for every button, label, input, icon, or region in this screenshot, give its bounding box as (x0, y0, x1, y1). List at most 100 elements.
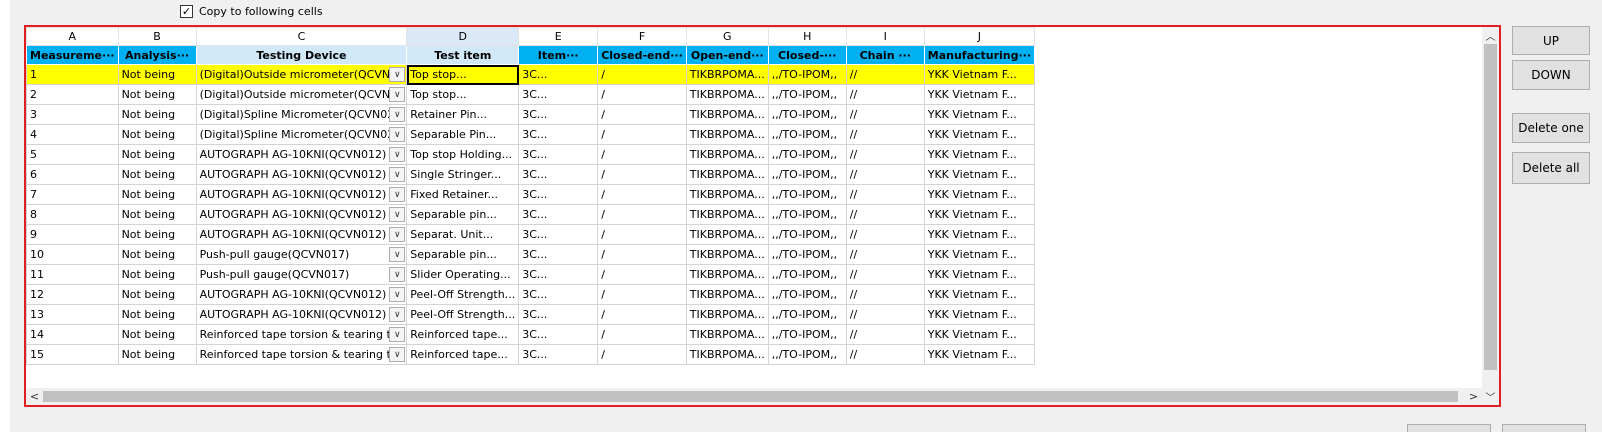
chevron-down-icon[interactable]: ∨ (389, 327, 406, 342)
table-cell-j[interactable]: YKK Vietnam F... (923, 264, 1036, 285)
table-cell-b[interactable]: Not being (117, 284, 197, 305)
delete-one-button[interactable]: Delete one (1512, 113, 1590, 143)
table-cell-a[interactable]: 12 (26, 284, 119, 305)
table-cell-j[interactable]: YKK Vietnam F... (923, 284, 1036, 305)
table-cell-i[interactable]: // (845, 264, 925, 285)
table-cell-e[interactable]: 3C... (518, 224, 599, 245)
table-cell-c[interactable]: (Digital)Spline Micrometer(QCVN02(∨ (195, 124, 408, 145)
table-cell-a[interactable]: 6 (26, 164, 119, 185)
table-cell-b[interactable]: Not being (117, 84, 197, 105)
table-cell-e[interactable]: 3C... (518, 164, 599, 185)
table-cell-i[interactable]: // (845, 204, 925, 225)
column-header-g[interactable]: Open-end··· (685, 45, 769, 65)
table-cell-c[interactable]: AUTOGRAPH AG-10KNI(QCVN012) ∨ (195, 204, 408, 225)
table-cell-g[interactable]: TIKBRPOMA... (685, 164, 769, 185)
table-cell-c[interactable]: AUTOGRAPH AG-10KNI(QCVN012) ∨ (195, 304, 408, 325)
column-letter-h[interactable]: H (767, 27, 847, 46)
table-cell-h[interactable]: ,,/TO-IPOM,, (767, 124, 847, 145)
table-cell-f[interactable]: / (597, 244, 687, 265)
table-cell-d[interactable]: Separat. Unit... (406, 224, 520, 245)
table-cell-h[interactable]: ,,/TO-IPOM,, (767, 244, 847, 265)
chevron-down-icon[interactable]: ∨ (389, 67, 406, 82)
column-letter-a[interactable]: A (26, 27, 119, 46)
table-cell-g[interactable]: TIKBRPOMA... (685, 304, 769, 325)
table-row[interactable]: 2 Not being (Digital)Outside micrometer(QC… (26, 84, 1036, 105)
column-header-j[interactable]: Manufacturing··· (923, 45, 1036, 65)
vertical-scrollbar[interactable]: ︿ ﹀ (1482, 27, 1499, 405)
table-cell-a[interactable]: 15 (26, 344, 119, 365)
table-cell-f[interactable]: / (597, 204, 687, 225)
table-cell-b[interactable]: Not being (117, 204, 197, 225)
table-cell-h[interactable]: ,,/TO-IPOM,, (767, 204, 847, 225)
table-cell-e[interactable]: 3C... (518, 124, 599, 145)
table-cell-d[interactable]: Fixed Retainer... (406, 184, 520, 205)
table-cell-e[interactable]: 3C... (518, 284, 599, 305)
table-cell-j[interactable]: YKK Vietnam F... (923, 144, 1036, 165)
down-button[interactable]: DOWN (1512, 60, 1590, 90)
table-cell-i[interactable]: // (845, 324, 925, 345)
table-cell-f[interactable]: / (597, 304, 687, 325)
chevron-down-icon[interactable]: ∨ (389, 227, 406, 242)
table-cell-g[interactable]: TIKBRPOMA... (685, 284, 769, 305)
table-cell-f[interactable]: / (597, 84, 687, 105)
table-cell-e[interactable]: 3C... (518, 324, 599, 345)
table-cell-c[interactable]: AUTOGRAPH AG-10KNI(QCVN012) ∨ (195, 284, 408, 305)
column-header-f[interactable]: Closed-end··· (597, 45, 687, 65)
table-cell-a[interactable]: 13 (26, 304, 119, 325)
table-cell-g[interactable]: TIKBRPOMA... (685, 184, 769, 205)
scroll-down-icon[interactable]: ﹀ (1482, 388, 1499, 405)
scroll-right-icon[interactable]: > (1465, 388, 1482, 405)
table-cell-a[interactable]: 5 (26, 144, 119, 165)
table-cell-h[interactable]: ,,/TO-IPOM,, (767, 64, 847, 85)
table-cell-e[interactable]: 3C... (518, 264, 599, 285)
column-letter-f[interactable]: F (597, 27, 687, 46)
vertical-scroll-thumb[interactable] (1484, 44, 1497, 370)
table-cell-f[interactable]: / (597, 284, 687, 305)
table-cell-e[interactable]: 3C... (518, 244, 599, 265)
table-cell-d[interactable]: Single Stringer... (406, 164, 520, 185)
table-cell-d[interactable]: Reinforced tape... (406, 344, 520, 365)
table-cell-c[interactable]: (Digital)Outside micrometer(QCVN0 ∨ (195, 64, 408, 85)
chevron-down-icon[interactable]: ∨ (389, 107, 406, 122)
table-cell-e[interactable]: 3C... (518, 204, 599, 225)
table-cell-e[interactable]: 3C... (518, 304, 599, 325)
table-cell-j[interactable]: YKK Vietnam F... (923, 244, 1036, 265)
table-cell-h[interactable]: ,,/TO-IPOM,, (767, 224, 847, 245)
delete-all-button[interactable]: Delete all (1512, 152, 1590, 184)
table-cell-c[interactable]: AUTOGRAPH AG-10KNI(QCVN012) ∨ (195, 164, 408, 185)
table-cell-e[interactable]: 3C... (518, 144, 599, 165)
table-cell-d[interactable]: Separable pin... (406, 244, 520, 265)
table-cell-j[interactable]: YKK Vietnam F... (923, 124, 1036, 145)
chevron-down-icon[interactable]: ∨ (389, 207, 406, 222)
scroll-up-icon[interactable]: ︿ (1482, 27, 1499, 44)
table-row[interactable]: 14 Not being Reinforced tape torsion & tea… (26, 324, 1036, 345)
table-row[interactable]: 5 Not being AUTOGRAPH AG-10KNI(QCVN012) ∨ To… (26, 144, 1036, 165)
table-cell-h[interactable]: ,,/TO-IPOM,, (767, 324, 847, 345)
table-cell-h[interactable]: ,,/TO-IPOM,, (767, 284, 847, 305)
table-cell-f[interactable]: / (597, 124, 687, 145)
table-cell-i[interactable]: // (845, 184, 925, 205)
column-header-c[interactable]: Testing Device (195, 45, 408, 65)
table-cell-f[interactable]: / (597, 224, 687, 245)
table-cell-j[interactable]: YKK Vietnam F... (923, 304, 1036, 325)
table-cell-a[interactable]: 1 (26, 64, 119, 85)
table-cell-e[interactable]: 3C... (518, 184, 599, 205)
table-cell-g[interactable]: TIKBRPOMA... (685, 144, 769, 165)
table-cell-h[interactable]: ,,/TO-IPOM,, (767, 144, 847, 165)
table-cell-i[interactable]: // (845, 124, 925, 145)
table-cell-g[interactable]: TIKBRPOMA... (685, 84, 769, 105)
table-row[interactable]: 3 Not being (Digital)Spline Micrometer(QCV… (26, 104, 1036, 125)
table-cell-b[interactable]: Not being (117, 64, 197, 85)
table-cell-b[interactable]: Not being (117, 264, 197, 285)
chevron-down-icon[interactable]: ∨ (389, 147, 406, 162)
column-letter-e[interactable]: E (518, 27, 599, 46)
table-cell-h[interactable]: ,,/TO-IPOM,, (767, 264, 847, 285)
table-cell-f[interactable]: / (597, 104, 687, 125)
column-header-i[interactable]: Chain ··· (845, 45, 925, 65)
table-cell-j[interactable]: YKK Vietnam F... (923, 324, 1036, 345)
chevron-down-icon[interactable]: ∨ (389, 187, 406, 202)
horizontal-scroll-thumb[interactable] (43, 391, 1458, 402)
table-cell-h[interactable]: ,,/TO-IPOM,, (767, 164, 847, 185)
table-cell-b[interactable]: Not being (117, 244, 197, 265)
table-cell-a[interactable]: 3 (26, 104, 119, 125)
